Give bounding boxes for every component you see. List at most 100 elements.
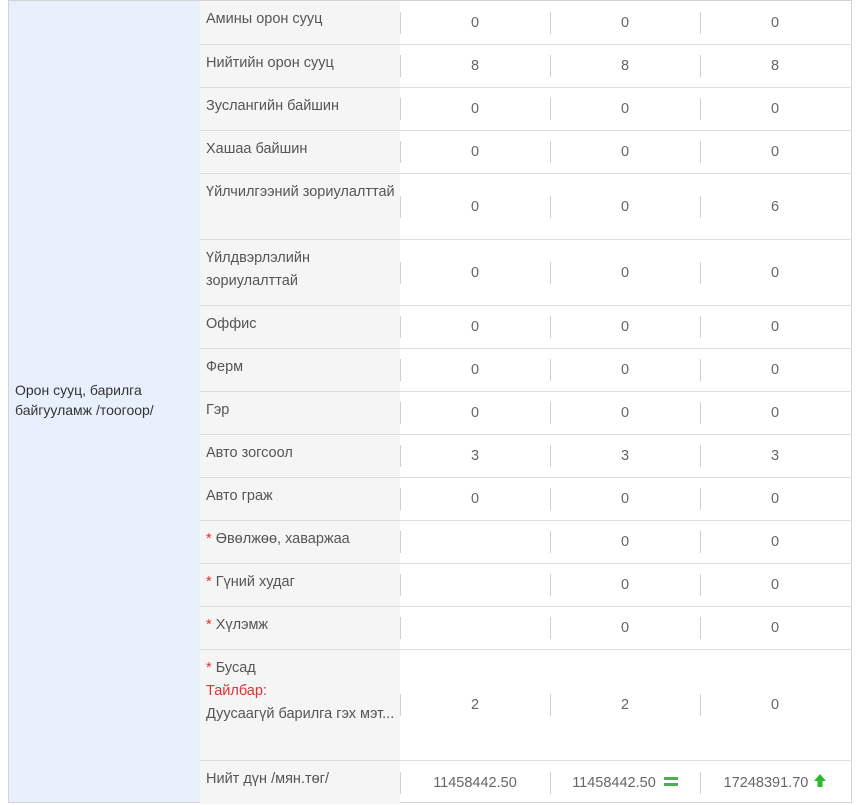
row-label-text: Гүний худаг	[215, 574, 295, 590]
value-cell: 0	[770, 620, 780, 636]
table-row: Зуслангийн байшин 0 0 0	[200, 88, 852, 131]
row-label: Нийтийн орон сууц	[200, 45, 400, 87]
value-cell: 3	[620, 448, 630, 464]
value-cell: 0	[470, 144, 480, 160]
value-cell: 0	[470, 362, 480, 378]
table-row: Хашаа байшин 0 0 0	[200, 131, 852, 174]
value-cell: 0	[770, 534, 780, 550]
row-label: * Бусад Тайлбар: Дуусаагүй барилга гэх мэт…	[200, 650, 400, 760]
value-cell: 0	[770, 697, 780, 713]
arrow-up-icon	[814, 774, 827, 791]
value-cell: 8	[770, 58, 780, 74]
table-row: Оффис 0 0 0	[200, 306, 852, 349]
value-cell: 0	[620, 198, 630, 215]
row-label: Авто зогсоол	[200, 435, 400, 477]
value-cell: 0	[470, 405, 480, 421]
total-row: Нийт дүн /мян.төг/ 11458442.50 11458442.…	[200, 761, 852, 804]
data-table: Орон сууц, барилга байгууламж /тоогоор/ …	[8, 0, 852, 804]
value-cell	[400, 607, 550, 649]
table-row: Үйлдвэрлэлийн зориулалттай 0 0 0	[200, 240, 852, 306]
value-cell: 0	[620, 362, 630, 378]
row-label-text: Авто граж	[206, 488, 273, 504]
value-cell: 0	[770, 319, 780, 335]
row-label-text: Ферм	[206, 359, 244, 375]
note-text: Дуусаагүй барилга гэх мэт...	[206, 706, 395, 722]
total-value-cell: 17248391.70	[700, 761, 850, 804]
value-cell: 0	[620, 534, 630, 550]
value-cell: 3	[470, 448, 480, 464]
row-label: Оффис	[200, 306, 400, 348]
value-cell: 0	[770, 101, 780, 117]
required-marker: *	[206, 660, 212, 676]
row-label-text: Нийтийн орон сууц	[206, 55, 334, 71]
row-label: Гэр	[200, 392, 400, 434]
table-row: * Хүлэмж 0 0	[200, 607, 852, 650]
value-cell: 0	[770, 362, 780, 378]
table-row: Нийтийн орон сууц 8 8 8	[200, 45, 852, 88]
total-value-cell: 11458442.50	[550, 761, 700, 804]
value-cell: 0	[770, 405, 780, 421]
value-cell: 2	[620, 697, 630, 713]
required-marker: *	[206, 531, 212, 547]
row-label: Ферм	[200, 349, 400, 391]
table-row: * Өвөлжөө, хаваржаа 0 0	[200, 521, 852, 564]
table-row: Авто граж 0 0 0	[200, 478, 852, 521]
row-label-text: Хүлэмж	[215, 617, 269, 633]
value-cell: 0	[770, 14, 780, 31]
equal-icon	[663, 777, 678, 786]
row-label: Амины орон сууц	[200, 1, 400, 44]
table-row: * Гүний худаг 0 0	[200, 564, 852, 607]
table-row: Ферм 0 0 0	[200, 349, 852, 392]
required-marker: *	[206, 574, 212, 590]
row-label-text: Өвөлжөө, хаваржаа	[215, 531, 350, 547]
note-label: Тайлбар:	[206, 683, 267, 699]
category-label: Орон сууц, барилга байгууламж /тоогоор/	[15, 382, 154, 418]
value-cell: 0	[470, 319, 480, 335]
row-label-text: Авто зогсоол	[206, 445, 293, 461]
row-label: * Өвөлжөө, хаваржаа	[200, 521, 400, 563]
table-row: Үйлчилгээний зориулалттай 0 0 6	[200, 174, 852, 240]
value-cell: 0	[620, 14, 630, 31]
row-label-text: Бусад	[215, 660, 256, 676]
table-row: * Бусад Тайлбар: Дуусаагүй барилга гэх мэт…	[200, 650, 852, 761]
row-label: Үйлчилгээний зориулалттай	[200, 174, 400, 239]
row-label-text: Хашаа байшин	[206, 141, 308, 157]
total-value-cell: 11458442.50	[400, 761, 550, 804]
value-cell: 0	[770, 264, 780, 281]
row-label-text: Үйлдвэрлэлийн зориулалттай	[206, 250, 310, 289]
value-cell: 0	[770, 144, 780, 160]
row-label-text: Үйлчилгээний зориулалттай	[206, 184, 395, 200]
rows-container: Амины орон сууц 0 0 0 Нийтийн орон сууц …	[200, 1, 852, 804]
value-cell	[400, 521, 550, 563]
value-cell: 0	[620, 620, 630, 636]
row-label: * Хүлэмж	[200, 607, 400, 649]
value-cell: 0	[770, 491, 780, 507]
value-cell: 8	[470, 58, 480, 74]
total-value: 11458442.50	[433, 774, 517, 791]
value-cell: 0	[470, 101, 480, 117]
value-cell: 0	[620, 101, 630, 117]
value-cell: 0	[470, 264, 480, 281]
row-label-text: Амины орон сууц	[206, 11, 323, 27]
value-cell: 0	[620, 144, 630, 160]
value-cell: 0	[470, 491, 480, 507]
table-row: Амины орон сууц 0 0 0	[200, 1, 852, 45]
row-label: Зуслангийн байшин	[200, 88, 400, 130]
row-label-text: Гэр	[206, 402, 230, 418]
category-cell: Орон сууц, барилга байгууламж /тоогоор/	[9, 1, 200, 802]
row-label: * Гүний худаг	[200, 564, 400, 606]
total-label-text: Нийт дүн /мян.төг/	[206, 771, 329, 787]
required-marker: *	[206, 617, 212, 633]
value-cell: 2	[470, 697, 480, 713]
value-cell	[400, 564, 550, 606]
value-cell: 0	[620, 405, 630, 421]
value-cell: 0	[620, 319, 630, 335]
table-row: Авто зогсоол 3 3 3	[200, 435, 852, 478]
total-value: 17248391.70	[723, 774, 809, 791]
value-cell: 8	[620, 58, 630, 74]
value-cell: 0	[620, 491, 630, 507]
row-label: Үйлдвэрлэлийн зориулалттай	[200, 240, 400, 305]
row-label: Хашаа байшин	[200, 131, 400, 173]
value-cell: 6	[770, 198, 780, 215]
row-label-text: Зуслангийн байшин	[206, 98, 340, 114]
